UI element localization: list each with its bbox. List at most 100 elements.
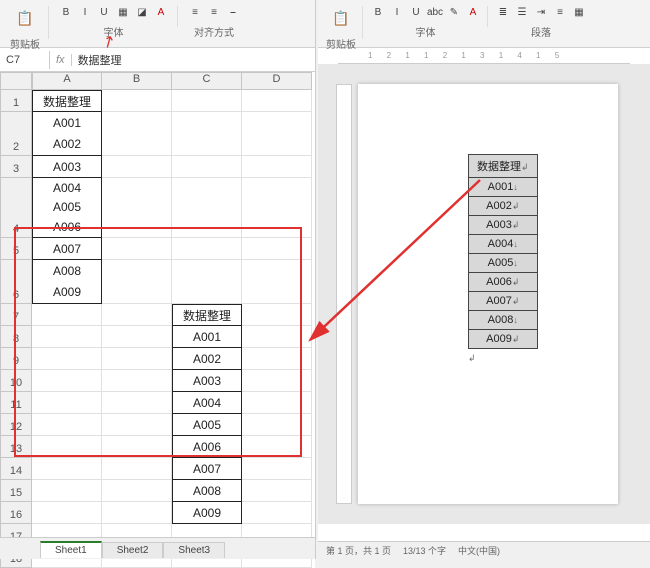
cell[interactable] [242, 502, 312, 524]
cell[interactable] [102, 304, 172, 326]
cell[interactable] [242, 112, 312, 156]
cell[interactable]: A003 [172, 370, 242, 392]
word-table-cell[interactable]: A005↓ [469, 254, 538, 273]
paste-button[interactable]: 📋 [11, 4, 39, 32]
cell[interactable] [242, 458, 312, 480]
cell[interactable] [242, 304, 312, 326]
align-left-icon[interactable]: ≡ [187, 4, 203, 20]
cell[interactable]: A002 [172, 348, 242, 370]
cell[interactable] [32, 304, 102, 326]
cell[interactable] [242, 326, 312, 348]
cell[interactable] [102, 502, 172, 524]
cell[interactable]: A009 [172, 502, 242, 524]
cell[interactable] [102, 112, 172, 156]
row-header[interactable]: 1 [0, 90, 32, 112]
cell[interactable] [32, 436, 102, 458]
italic-button[interactable]: I [389, 4, 405, 20]
row-header[interactable]: 13 [0, 436, 32, 458]
word-table-cell[interactable]: A001↓ [469, 178, 538, 197]
cell[interactable] [172, 90, 242, 112]
col-header-b[interactable]: B [102, 72, 172, 90]
cell[interactable]: A004 A005 A006 [32, 178, 102, 238]
cell[interactable]: A005 [172, 414, 242, 436]
bullets-icon[interactable]: ≣ [495, 4, 511, 20]
sheet-tab-2[interactable]: Sheet2 [102, 542, 164, 558]
cell[interactable] [242, 370, 312, 392]
cell[interactable] [102, 370, 172, 392]
col-header-a[interactable]: A [32, 72, 102, 90]
cell[interactable] [172, 156, 242, 178]
cell[interactable] [242, 156, 312, 178]
cell[interactable] [102, 436, 172, 458]
bold-button[interactable]: B [58, 4, 74, 20]
strike-button[interactable]: abc [427, 4, 443, 20]
row-header[interactable]: 15 [0, 480, 32, 502]
cell[interactable] [242, 260, 312, 304]
bold-button[interactable]: B [370, 4, 386, 20]
cell[interactable]: A007 [32, 238, 102, 260]
cell[interactable]: A008 A009 [32, 260, 102, 304]
highlight-button[interactable]: ✎ [446, 4, 462, 20]
cell[interactable] [242, 392, 312, 414]
font-color-button[interactable]: A [153, 4, 169, 20]
row-header[interactable]: 12 [0, 414, 32, 436]
word-table-cell[interactable]: A002↲ [469, 197, 538, 216]
cell[interactable] [242, 178, 312, 238]
word-table-cell[interactable]: A009↲ [469, 330, 538, 349]
cell[interactable]: A004 [172, 392, 242, 414]
cell[interactable] [242, 414, 312, 436]
italic-button[interactable]: I [77, 4, 93, 20]
select-all-corner[interactable] [0, 72, 32, 90]
cell[interactable] [32, 414, 102, 436]
cell[interactable]: A001 [172, 326, 242, 348]
cell[interactable] [32, 458, 102, 480]
row-header[interactable]: 16 [0, 502, 32, 524]
word-page[interactable]: 数据整理↲ A001↓ A002↲ A003↲ A004↓ A005↓ A006… [358, 84, 618, 504]
cell[interactable] [102, 178, 172, 238]
row-header[interactable]: 2 [0, 112, 32, 156]
formula-input[interactable]: 数据整理 [72, 49, 315, 71]
horizontal-ruler[interactable]: 1 2 1 1 2 1 3 1 4 1 5 [338, 48, 630, 64]
col-header-d[interactable]: D [242, 72, 312, 90]
paste-button[interactable]: 📋 [327, 4, 355, 32]
cell[interactable] [102, 414, 172, 436]
cell[interactable]: A008 [172, 480, 242, 502]
word-table-cell[interactable]: A003↲ [469, 216, 538, 235]
col-header-c[interactable]: C [172, 72, 242, 90]
cell[interactable] [32, 502, 102, 524]
cell[interactable] [242, 436, 312, 458]
cell[interactable] [102, 480, 172, 502]
row-header[interactable]: 7 [0, 304, 32, 326]
border-button[interactable]: ▦ [115, 4, 131, 20]
shading-icon[interactable]: ▦ [571, 4, 587, 20]
font-color-button[interactable]: A [465, 4, 481, 20]
row-header[interactable]: 4 [0, 178, 32, 238]
cell[interactable] [242, 480, 312, 502]
cell[interactable] [172, 178, 242, 238]
row-header[interactable]: 6 [0, 260, 32, 304]
underline-button[interactable]: U [96, 4, 112, 20]
cell[interactable] [102, 90, 172, 112]
cell[interactable] [102, 458, 172, 480]
cell[interactable] [242, 238, 312, 260]
fx-label[interactable]: fx [50, 54, 72, 66]
row-header[interactable]: 11 [0, 392, 32, 414]
cell[interactable]: A003 [32, 156, 102, 178]
cell[interactable]: A001 A002 [32, 112, 102, 156]
word-table-header-cell[interactable]: 数据整理↲ [469, 155, 538, 178]
cell[interactable] [102, 392, 172, 414]
cell[interactable]: A007 [172, 458, 242, 480]
cell[interactable] [102, 156, 172, 178]
row-header[interactable]: 14 [0, 458, 32, 480]
row-header[interactable]: 9 [0, 348, 32, 370]
row-header[interactable]: 8 [0, 326, 32, 348]
cell[interactable] [32, 370, 102, 392]
align-icon[interactable]: ≡ [552, 4, 568, 20]
cell[interactable] [242, 348, 312, 370]
cell[interactable] [102, 260, 172, 304]
word-table-cell[interactable]: A007↲ [469, 292, 538, 311]
vertical-ruler[interactable] [336, 84, 352, 504]
row-header[interactable]: 5 [0, 238, 32, 260]
cell[interactable] [102, 238, 172, 260]
word-table-cell[interactable]: A006↲ [469, 273, 538, 292]
